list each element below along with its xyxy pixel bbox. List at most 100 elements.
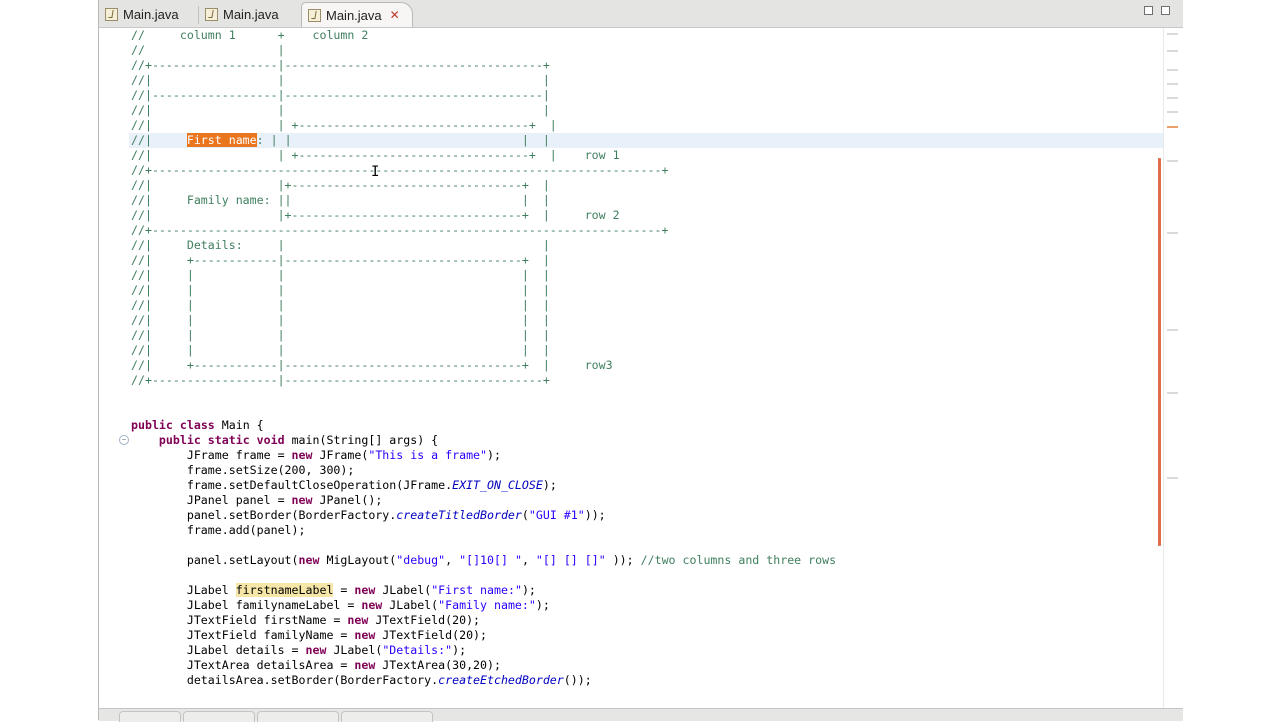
- maximize-editor-icon[interactable]: [1161, 6, 1170, 15]
- overview-mark: [1167, 50, 1178, 52]
- code-line[interactable]: //| | +---------------------------------…: [131, 148, 836, 163]
- code-line[interactable]: frame.add(panel);: [131, 523, 836, 538]
- code-line[interactable]: JTextArea detailsArea = new JTextArea(30…: [131, 658, 836, 673]
- editor-tab-2[interactable]: Main.java: [199, 2, 299, 27]
- bottom-tab[interactable]: [119, 711, 181, 722]
- code-line[interactable]: //| | | | |: [131, 268, 836, 283]
- java-file-icon: [205, 8, 218, 21]
- code-token: (: [521, 508, 529, 522]
- code-line[interactable]: //| | |: [131, 73, 836, 88]
- editor-tab-label: Main.java: [123, 7, 179, 22]
- code-text[interactable]: // column 1 + column 2// |//+-----------…: [131, 28, 836, 688]
- overview-mark: [1167, 232, 1178, 234]
- code-token: //|: [131, 133, 187, 147]
- code-line[interactable]: //+------------------|------------------…: [131, 58, 836, 73]
- overview-mark: [1167, 83, 1178, 85]
- code-line[interactable]: JPanel panel = new JPanel();: [131, 493, 836, 508]
- code-token: "[] [] []": [535, 553, 606, 567]
- code-token: frame.setSize(200, 300);: [131, 463, 355, 477]
- code-line[interactable]: frame.setDefaultCloseOperation(JFrame.EX…: [131, 478, 836, 493]
- bottom-tab[interactable]: [257, 711, 339, 722]
- code-line[interactable]: //| | +---------------------------------…: [131, 118, 836, 133]
- code-token: JLabel(: [382, 598, 439, 612]
- code-line[interactable]: JLabel familynameLabel = new JLabel("Fam…: [131, 598, 836, 613]
- java-file-icon: [308, 8, 321, 22]
- bottom-tab[interactable]: [183, 711, 255, 722]
- overview-mark: [1167, 329, 1178, 331]
- code-token: "First name:": [431, 583, 522, 597]
- editor-tab-1[interactable]: Main.java: [99, 2, 198, 27]
- editor-tab-3-active[interactable]: Main.java ✕: [301, 2, 413, 27]
- scroll-position-indicator[interactable]: [1158, 158, 1161, 546]
- code-line[interactable]: //| +------------|----------------------…: [131, 358, 836, 373]
- code-token: public: [158, 433, 201, 447]
- fold-collapse-icon[interactable]: −: [119, 435, 129, 445]
- overview-ruler[interactable]: [1163, 28, 1184, 708]
- code-token: JLabel details =: [131, 643, 306, 657]
- code-line[interactable]: //| | | | |: [131, 283, 836, 298]
- code-line[interactable]: JLabel firstnameLabel = new JLabel("Firs…: [131, 583, 836, 598]
- code-token: firstnameLabel: [235, 583, 334, 597]
- code-line[interactable]: //+------------------|------------------…: [131, 373, 836, 388]
- code-line[interactable]: //| Details: | |: [131, 238, 836, 253]
- code-line[interactable]: JLabel details = new JLabel("Details:");: [131, 643, 836, 658]
- code-token: JPanel();: [312, 493, 383, 507]
- code-line[interactable]: // column 1 + column 2: [131, 28, 836, 43]
- code-line[interactable]: // |: [131, 43, 836, 58]
- code-line[interactable]: //| | | | |: [131, 298, 836, 313]
- code-line[interactable]: //| | | | |: [131, 313, 836, 328]
- code-token: );: [521, 583, 536, 597]
- editor-tab-bar: Main.java Main.java Main.java ✕: [99, 0, 1183, 28]
- code-token: new: [354, 658, 376, 672]
- code-line[interactable]: //| |+---------------------------------+…: [131, 178, 836, 193]
- code-token: new: [291, 493, 313, 507]
- code-token: createEtchedBorder: [438, 673, 564, 687]
- close-x-icon[interactable]: ✕: [390, 8, 400, 22]
- code-token: JLabel: [131, 583, 236, 597]
- code-token: JTextField firstName =: [131, 613, 348, 627]
- code-token: createTitledBorder: [396, 508, 522, 522]
- code-line[interactable]: //|------------------|------------------…: [131, 88, 836, 103]
- code-token: JPanel panel =: [131, 493, 292, 507]
- code-line[interactable]: //| | | | |: [131, 343, 836, 358]
- bottom-tab[interactable]: [341, 711, 433, 722]
- code-token: //| | | | |: [131, 283, 550, 297]
- overview-mark: [1167, 392, 1178, 394]
- code-editor[interactable]: − // column 1 + column 2// |//+---------…: [99, 28, 1184, 708]
- code-line[interactable]: panel.setLayout(new MigLayout("debug", "…: [131, 553, 836, 568]
- minimize-editor-icon[interactable]: [1144, 6, 1153, 15]
- code-line[interactable]: public class Main {: [131, 418, 836, 433]
- code-token: frame.setDefaultCloseOperation(JFrame.: [131, 478, 453, 492]
- code-token: JTextField(20);: [368, 613, 481, 627]
- code-line[interactable]: //| | | | |: [131, 328, 836, 343]
- overview-mark: [1167, 111, 1178, 113]
- screen-right-margin: [1183, 0, 1280, 720]
- code-line[interactable]: //| +------------|----------------------…: [131, 253, 836, 268]
- code-line[interactable]: [131, 403, 836, 418]
- code-line[interactable]: panel.setBorder(BorderFactory.createTitl…: [131, 508, 836, 523]
- code-line[interactable]: public static void main(String[] args) {: [131, 433, 836, 448]
- code-token: //| | | | |: [131, 298, 550, 312]
- code-token: new: [305, 643, 327, 657]
- code-line[interactable]: [131, 388, 836, 403]
- code-line[interactable]: //| Family name: || | |: [131, 193, 836, 208]
- code-line[interactable]: //| First name: | | | |: [131, 133, 836, 148]
- code-line[interactable]: //+-------------------------------------…: [131, 223, 836, 238]
- code-token: //| Family name: || | |: [131, 193, 550, 207]
- code-line[interactable]: detailsArea.setBorder(BorderFactory.crea…: [131, 673, 836, 688]
- code-token: new: [291, 448, 313, 462]
- code-line[interactable]: //+-------------------------------------…: [131, 163, 836, 178]
- code-line[interactable]: JTextField familyName = new JTextField(2…: [131, 628, 836, 643]
- code-line[interactable]: [131, 538, 836, 553]
- code-line[interactable]: JTextField firstName = new JTextField(20…: [131, 613, 836, 628]
- code-line[interactable]: [131, 568, 836, 583]
- code-token: panel.setBorder(BorderFactory.: [131, 508, 397, 522]
- code-line[interactable]: //| | |: [131, 103, 836, 118]
- code-token: ,: [445, 553, 460, 567]
- code-token: JLabel(: [326, 643, 383, 657]
- code-line[interactable]: frame.setSize(200, 300);: [131, 463, 836, 478]
- code-token: JLabel(: [375, 583, 432, 597]
- code-line[interactable]: //| |+---------------------------------+…: [131, 208, 836, 223]
- code-line[interactable]: JFrame frame = new JFrame("This is a fra…: [131, 448, 836, 463]
- code-token: new: [298, 553, 320, 567]
